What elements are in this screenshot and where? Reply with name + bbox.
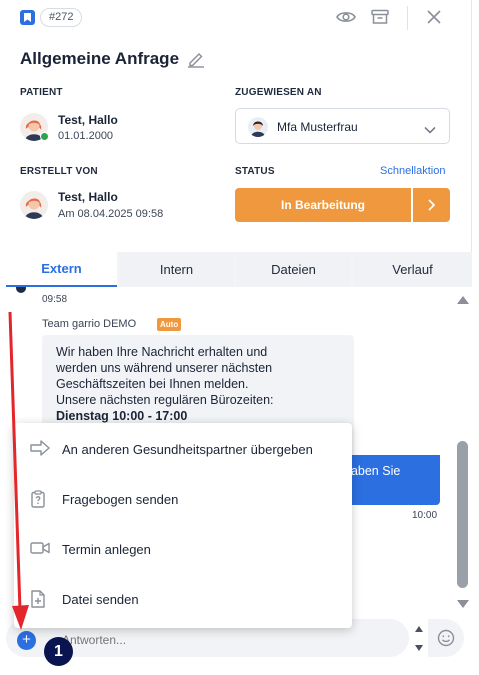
assignee-select[interactable]: Mfa Musterfrau [235, 108, 450, 144]
tab-intern[interactable]: Intern [119, 252, 234, 287]
menu-item-appointment[interactable]: Termin anlegen [14, 524, 352, 574]
sender-avatar [16, 287, 26, 293]
creator-name[interactable]: Test, Hallo [58, 190, 118, 204]
emoji-button[interactable] [428, 619, 464, 657]
assignee-avatar [248, 117, 268, 137]
menu-item-label: An anderen Gesundheitspartner übergeben [62, 442, 313, 457]
attachment-menu: An anderen Gesundheitspartner übergeben … [14, 423, 352, 628]
chevron-down-icon [424, 121, 436, 139]
created-date: Am 08.04.2025 09:58 [58, 208, 164, 220]
archive-icon[interactable] [371, 9, 389, 30]
patient-name[interactable]: Test, Hallo [58, 113, 118, 127]
step-number-badge: 1 [44, 637, 73, 666]
message-sender: Team garrio DEMO [42, 318, 137, 330]
assignee-name: Mfa Musterfrau [277, 120, 358, 134]
file-add-icon [30, 590, 46, 613]
ticket-id-badge: #272 [40, 8, 83, 27]
tab-verlauf[interactable]: Verlauf [353, 252, 472, 287]
menu-item-send-file[interactable]: Datei senden [14, 574, 352, 624]
patient-dob: 01.01.2000 [58, 130, 114, 142]
outgoing-message-text: haben Sie [344, 464, 401, 478]
ticket-toolbar: #272 [2, 0, 472, 36]
clipboard-question-icon [30, 490, 46, 513]
menu-item-questionnaire[interactable]: Fragebogen senden [14, 474, 352, 524]
tab-dateien[interactable]: Dateien [236, 252, 351, 287]
patient-label: PATIENT [20, 87, 63, 98]
scroll-down-arrow[interactable] [457, 600, 469, 608]
creator-avatar [20, 191, 48, 219]
video-camera-icon [30, 540, 50, 561]
assigned-label: ZUGEWIESEN AN [235, 87, 322, 98]
page-title: Allgemeine Anfrage [20, 49, 180, 68]
online-status-dot [40, 132, 49, 141]
menu-item-label: Termin anlegen [62, 542, 151, 557]
menu-item-handover[interactable]: An anderen Gesundheitspartner übergeben [14, 424, 352, 474]
arrow-right-icon [30, 440, 50, 461]
status-label: STATUS [235, 166, 275, 177]
eye-icon[interactable] [336, 9, 356, 30]
edit-pencil-icon[interactable] [187, 50, 205, 73]
quick-action-link[interactable]: Schnellaktion [380, 165, 445, 177]
reply-input[interactable] [62, 633, 362, 647]
created-by-label: ERSTELLT VON [20, 166, 98, 177]
scroll-up-arrow[interactable] [457, 296, 469, 304]
close-icon[interactable] [427, 10, 441, 29]
resize-up-arrow[interactable] [415, 626, 423, 632]
status-next-button[interactable] [413, 188, 450, 222]
menu-item-label: Datei senden [62, 592, 139, 607]
message-line: Wir haben Ihre Nachricht erhalten und [56, 345, 268, 359]
tab-bar: Extern Intern Dateien Verlauf [6, 252, 472, 287]
outgoing-time: 10:00 [412, 510, 438, 521]
add-attachment-button[interactable]: + [17, 631, 36, 650]
resize-down-arrow[interactable] [415, 645, 423, 651]
toolbar-divider [407, 6, 408, 30]
message-line: Geschäftszeiten bei Ihnen melden. [56, 377, 249, 391]
bookmark-icon [20, 10, 35, 25]
message-time: 09:58 [42, 294, 68, 305]
ticket-panel: #272 Allgemeine Anfrage PATIENT Test, Ha… [2, 0, 472, 675]
message-line: Unsere nächsten regulären Bürozeiten: [56, 393, 274, 407]
status-button[interactable]: In Bearbeitung [235, 188, 411, 222]
message-hours: Dienstag 10:00 - 17:00 [56, 409, 188, 423]
message-line: werden uns während unserer nächsten [56, 361, 273, 375]
tab-extern[interactable]: Extern [6, 252, 117, 287]
menu-item-label: Fragebogen senden [62, 492, 179, 507]
smiley-icon [437, 629, 455, 647]
auto-badge: Auto [157, 318, 182, 331]
scrollbar-thumb[interactable] [457, 441, 468, 588]
